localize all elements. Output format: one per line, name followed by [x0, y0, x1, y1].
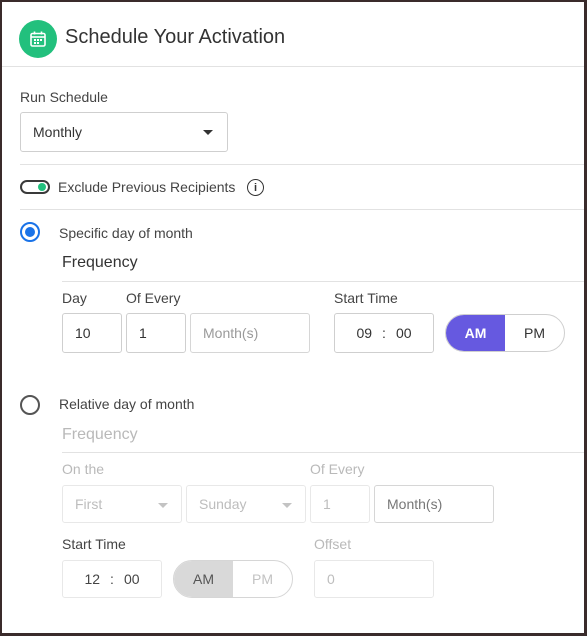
chevron-down-icon: [203, 130, 213, 135]
ordinal-value: First: [75, 496, 103, 512]
time-separator: :: [110, 571, 114, 587]
page-title: Schedule Your Activation: [65, 26, 286, 48]
day-label: Day: [62, 290, 87, 306]
divider: [2, 66, 584, 67]
divider: [20, 209, 584, 210]
run-schedule-label: Run Schedule: [20, 89, 108, 105]
exclude-label: Exclude Previous Recipients: [58, 179, 236, 195]
exclude-toggle[interactable]: [20, 180, 50, 194]
schedule-panel: Schedule Your Activation Run Schedule Mo…: [0, 0, 587, 636]
run-schedule-select[interactable]: Monthly: [20, 112, 228, 152]
relative-start-time-label: Start Time: [62, 536, 126, 552]
of-every-label: Of Every: [126, 290, 181, 306]
ordinal-select[interactable]: First: [62, 485, 182, 523]
offset-input[interactable]: 0: [314, 560, 434, 598]
specific-day-radio[interactable]: [20, 222, 40, 242]
am-pm-toggle[interactable]: AM PM: [445, 314, 565, 352]
relative-day-label: Relative day of month: [59, 396, 195, 412]
hour-value[interactable]: 12: [84, 571, 100, 587]
relative-month-unit-field: Month(s): [374, 485, 494, 523]
relative-of-every-input[interactable]: 1: [310, 485, 370, 523]
pm-option[interactable]: PM: [233, 561, 292, 597]
start-time-label: Start Time: [334, 290, 398, 306]
am-option[interactable]: AM: [446, 315, 505, 351]
minute-value[interactable]: 00: [124, 571, 140, 587]
toggle-knob: [38, 183, 46, 191]
run-schedule-value: Monthly: [33, 124, 83, 140]
chevron-down-icon: [158, 503, 168, 508]
divider: [20, 164, 584, 165]
relative-day-radio[interactable]: [20, 395, 40, 415]
relative-of-every-label: Of Every: [310, 461, 365, 477]
of-every-input[interactable]: 1: [126, 313, 186, 353]
frequency-title: Frequency: [62, 254, 138, 271]
divider: [62, 452, 584, 453]
weekday-value: Sunday: [199, 496, 247, 512]
start-time-input[interactable]: 09 : 00: [334, 313, 434, 353]
hour-value[interactable]: 09: [356, 325, 372, 341]
am-option[interactable]: AM: [174, 561, 233, 597]
time-separator: :: [382, 325, 386, 341]
weekday-select[interactable]: Sunday: [186, 485, 306, 523]
radio-dot: [25, 227, 35, 237]
month-unit-field: Month(s): [190, 313, 310, 353]
offset-label: Offset: [314, 536, 352, 552]
relative-start-time-input[interactable]: 12 : 00: [62, 560, 162, 598]
day-input[interactable]: 10: [62, 313, 122, 353]
info-icon[interactable]: i: [247, 179, 264, 196]
relative-am-pm-toggle[interactable]: AM PM: [173, 560, 293, 598]
on-the-label: On the: [62, 461, 105, 477]
calendar-icon: [19, 20, 57, 58]
minute-value[interactable]: 00: [396, 325, 412, 341]
divider: [62, 281, 584, 282]
pm-option[interactable]: PM: [505, 315, 564, 351]
chevron-down-icon: [282, 503, 292, 508]
relative-frequency-title: Frequency: [62, 426, 138, 443]
specific-day-label: Specific day of month: [59, 225, 193, 241]
